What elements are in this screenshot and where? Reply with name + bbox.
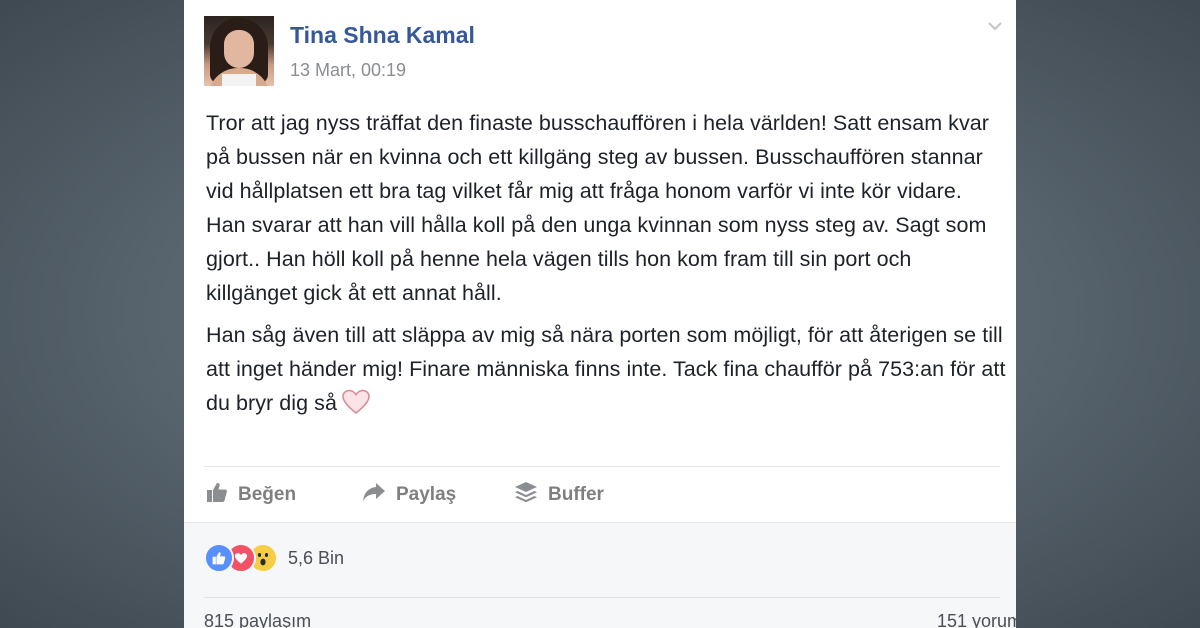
post-stats: 5,6 Bin 815 paylaşım 151 yorum <box>184 522 1016 628</box>
post-body: Tror att jag nyss träffat den finaste bu… <box>206 106 1006 425</box>
chevron-down-icon[interactable] <box>988 18 1002 32</box>
like-icon <box>206 481 238 509</box>
share-count[interactable]: 815 paylaşım <box>204 611 311 628</box>
share-label: Paylaş <box>396 484 457 505</box>
buffer-label: Buffer <box>548 484 604 505</box>
like-label: Beğen <box>238 484 297 505</box>
like-button[interactable]: Beğen <box>206 482 296 508</box>
heart-emoji-icon <box>341 389 371 425</box>
buffer-icon <box>514 481 548 509</box>
divider <box>204 466 1000 467</box>
author-name[interactable]: Tina Shna Kamal <box>290 22 475 49</box>
post-actions-bar: Beğen Paylaş Buffer <box>204 470 1000 520</box>
facebook-post-card: Tina Shna Kamal 13 Mart, 00:19 Tror att … <box>184 0 1016 628</box>
post-paragraph: Han såg även till att släppa av mig så n… <box>206 318 1006 425</box>
reaction-count[interactable]: 5,6 Bin <box>288 548 344 569</box>
post-paragraph-text: Han såg även till att släppa av mig så n… <box>206 323 1006 415</box>
comment-count[interactable]: 151 yorum <box>937 611 1016 628</box>
share-icon <box>362 481 396 509</box>
buffer-button[interactable]: Buffer <box>514 482 604 508</box>
divider <box>204 597 1000 598</box>
post-timestamp[interactable]: 13 Mart, 00:19 <box>290 60 406 81</box>
avatar[interactable] <box>204 16 274 86</box>
share-button[interactable]: Paylaş <box>362 482 456 508</box>
like-reaction-icon <box>204 543 234 573</box>
reactions-summary[interactable]: 5,6 Bin <box>204 543 344 573</box>
post-header: Tina Shna Kamal 13 Mart, 00:19 <box>204 16 1002 88</box>
post-paragraph: Tror att jag nyss träffat den finaste bu… <box>206 111 989 305</box>
